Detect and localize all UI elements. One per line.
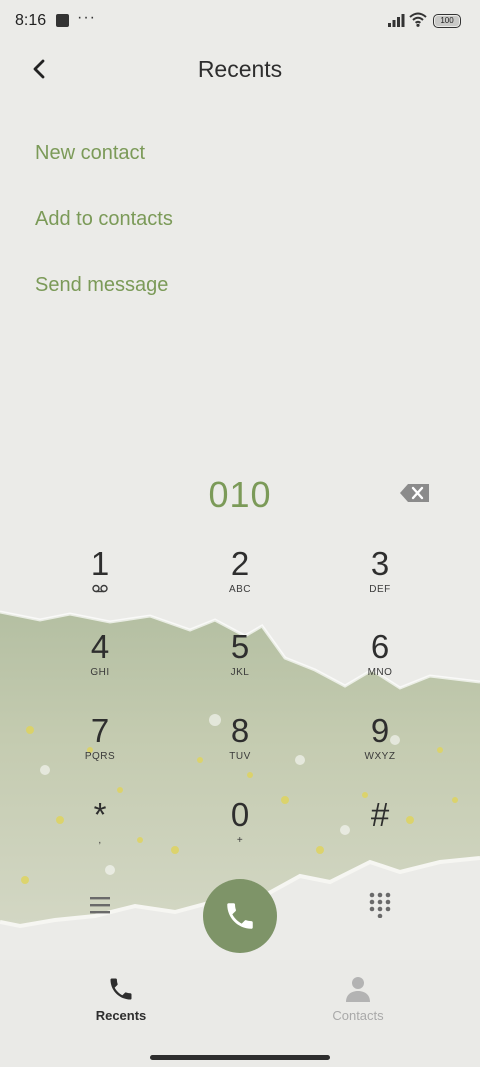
voicemail-icon (92, 584, 108, 593)
more-notifications-icon: ··· (77, 9, 96, 26)
key-7[interactable]: 7 PQRS (40, 713, 160, 783)
status-time: 8:16 (15, 12, 47, 29)
key-6[interactable]: 6 MNO (320, 629, 440, 699)
key-9[interactable]: 9 WXYZ (320, 713, 440, 783)
wifi-icon (409, 12, 427, 27)
new-contact-option[interactable]: New contact (35, 142, 145, 165)
battery-icon: 100 (433, 14, 461, 28)
key-0[interactable]: 0 + (180, 797, 300, 867)
phone-icon (110, 978, 132, 1000)
tab-contacts-label: Contacts (332, 1008, 384, 1023)
key-hash[interactable]: # (320, 797, 440, 867)
send-message-option[interactable]: Send message (35, 274, 168, 297)
page-title: Recents (197, 56, 283, 82)
key-4[interactable]: 4 GHI (40, 629, 160, 699)
notification-icon (56, 14, 69, 27)
backspace-icon[interactable] (399, 483, 431, 503)
person-icon (346, 977, 370, 1002)
dialpad-icon[interactable] (368, 892, 392, 918)
tab-contacts[interactable]: Contacts (288, 975, 428, 1023)
key-5[interactable]: 5 JKL (180, 629, 300, 699)
home-indicator (150, 1055, 330, 1060)
phone-icon (227, 903, 253, 929)
key-1[interactable]: 1 (40, 546, 160, 616)
menu-lines-icon[interactable] (88, 894, 112, 916)
key-3[interactable]: 3 DEF (320, 546, 440, 616)
key-2[interactable]: 2 ABC (180, 546, 300, 616)
tab-recents[interactable]: Recents (51, 975, 191, 1023)
key-8[interactable]: 8 TUV (180, 713, 300, 783)
status-bar: 8:16 ··· 100 (0, 0, 480, 42)
key-star[interactable]: * , (40, 797, 160, 867)
call-button[interactable] (203, 879, 277, 953)
tab-recents-label: Recents (95, 1008, 147, 1023)
signal-icon (388, 14, 405, 27)
add-to-contacts-option[interactable]: Add to contacts (35, 208, 173, 231)
